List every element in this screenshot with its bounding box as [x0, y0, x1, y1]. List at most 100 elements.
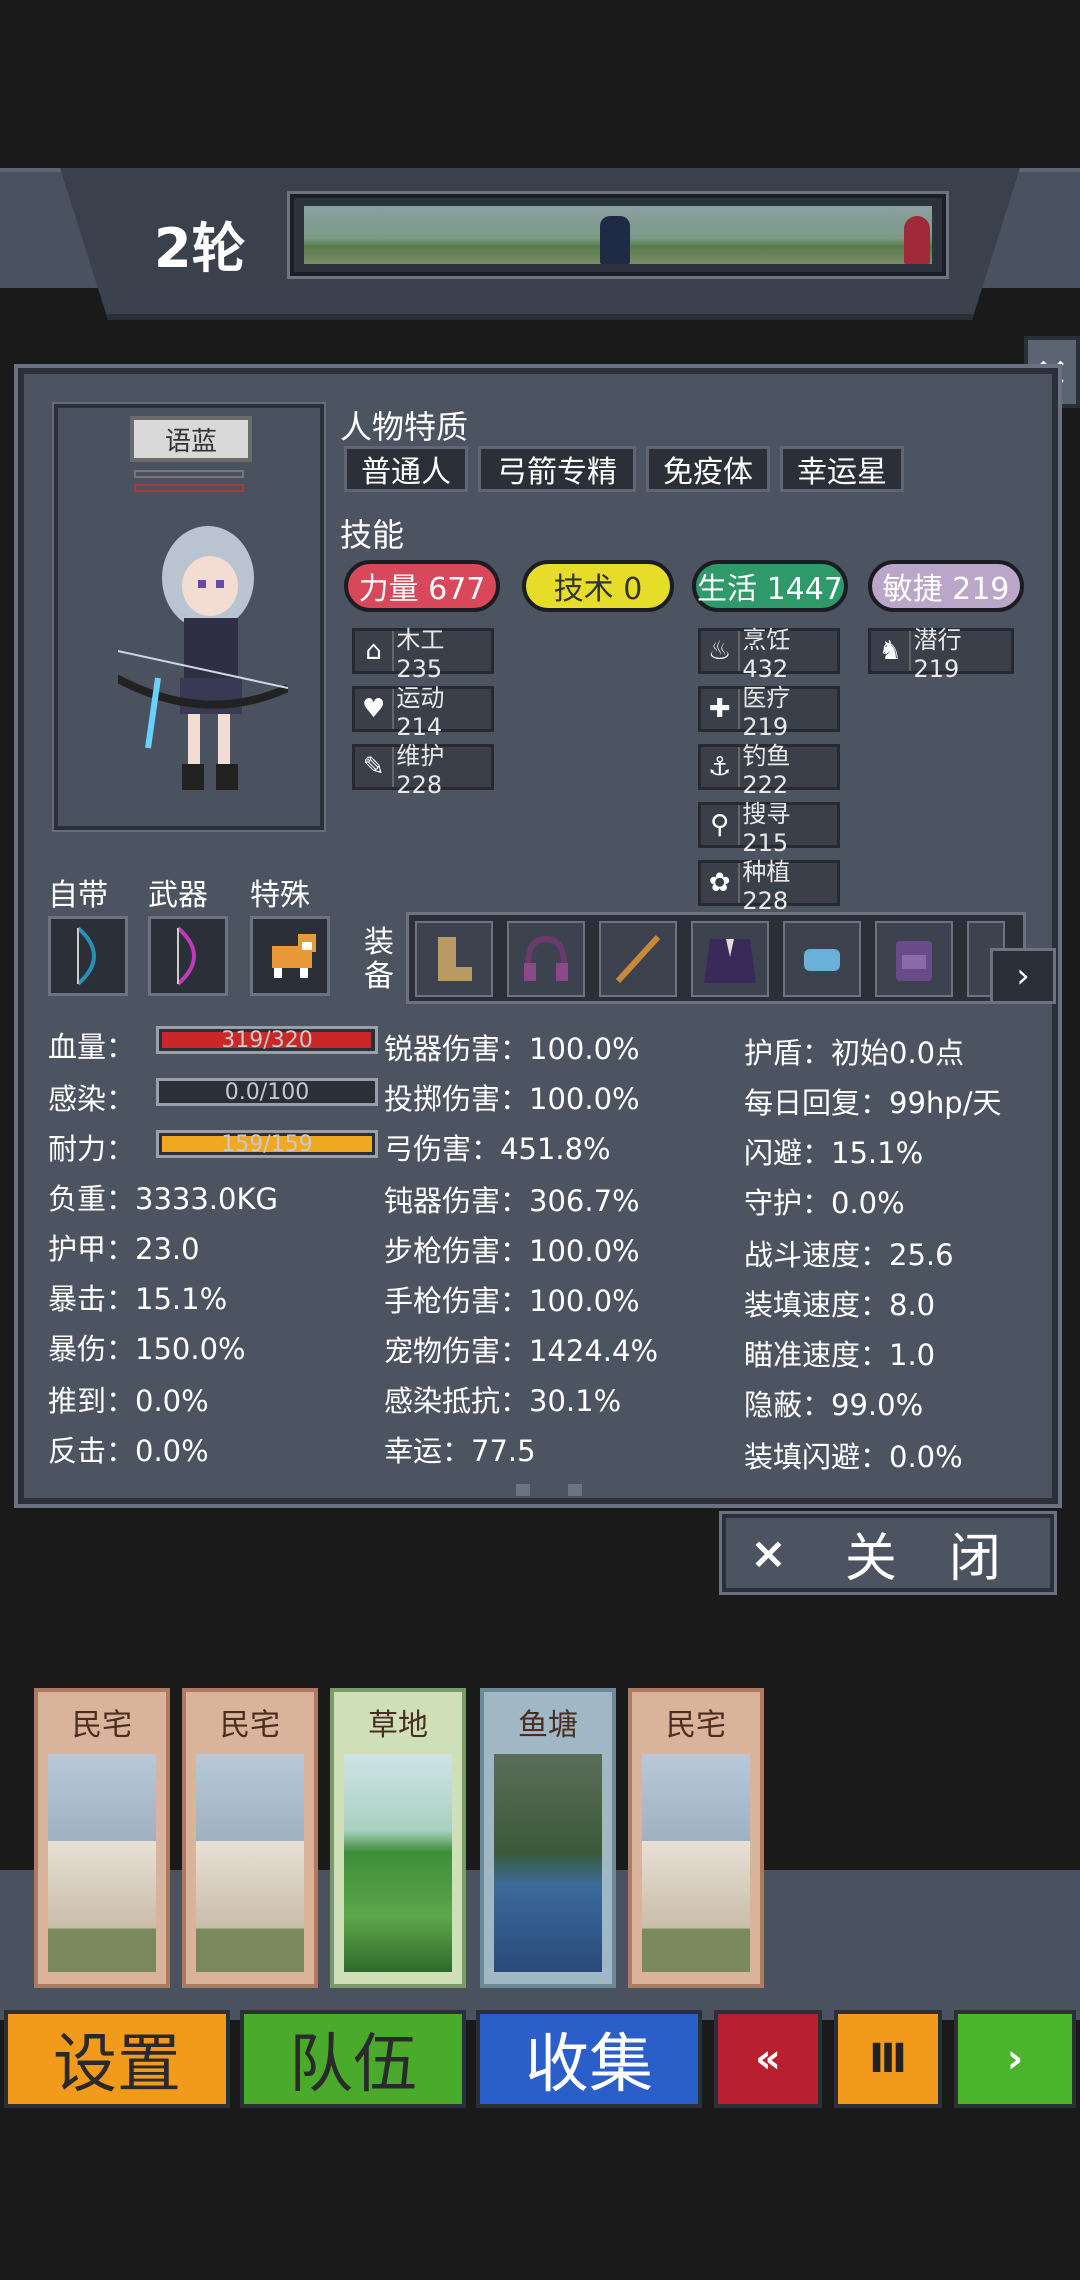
location-card-house[interactable]: 民宅 — [34, 1688, 170, 1988]
pause-icon[interactable]: Ⅲ — [834, 2010, 942, 2108]
backpack-slot[interactable] — [875, 921, 953, 997]
sub-skill-label: 运动 214 — [396, 683, 445, 741]
settings-button[interactable]: 设置 — [4, 2010, 230, 2108]
trait-badge[interactable]: 幸运星 — [780, 446, 904, 492]
mask-slot[interactable] — [783, 921, 861, 997]
destination-marker-icon — [904, 216, 930, 264]
sub-skill-maintenance[interactable]: ✎ 维护 228 — [352, 742, 494, 799]
medkit-icon: ✚ — [701, 689, 741, 729]
stat-throw-damage: 投掷伤害：100.0% — [384, 1082, 640, 1116]
trait-badge[interactable]: 普通人 — [344, 446, 468, 492]
trait-badge[interactable]: 免疫体 — [646, 446, 770, 492]
cooking-pot-icon: ♨ — [701, 631, 741, 671]
stamina-bar: 159/159 — [156, 1130, 378, 1158]
innate-bow-slot[interactable] — [48, 916, 128, 996]
hp-label: 血量： — [48, 1030, 136, 1064]
weapon-bow-slot[interactable] — [148, 916, 228, 996]
sub-skill-label: 钓鱼 222 — [742, 741, 791, 799]
round-label: 2轮 — [154, 217, 246, 280]
location-card-house[interactable]: 民宅 — [628, 1688, 764, 1988]
infection-label: 感染： — [48, 1082, 136, 1116]
close-button-label: 关 闭 — [844, 1528, 1001, 1589]
headphones-icon — [524, 935, 568, 981]
sub-skill-label: 木工 235 — [396, 625, 445, 683]
stat-aim-speed: 瞄准速度：1.0 — [744, 1338, 936, 1372]
stamina-label: 耐力： — [48, 1132, 136, 1166]
sub-skill-label: 烹饪 432 — [742, 625, 791, 683]
card-title: 民宅 — [72, 1708, 132, 1743]
trait-badge[interactable]: 弓箭专精 — [478, 446, 636, 492]
team-button[interactable]: 队伍 — [240, 2010, 466, 2108]
location-cards: 民宅 民宅 草地 鱼塘 民宅 — [0, 1688, 1080, 1988]
stat-dodge: 闪避：15.1% — [744, 1136, 924, 1170]
bow-icon — [176, 926, 196, 986]
close-button[interactable]: × 关 闭 — [719, 1511, 1057, 1595]
stat-concealment: 隐蔽：99.0% — [744, 1388, 924, 1422]
sub-skill-cooking[interactable]: ♨ 烹饪 432 — [698, 626, 840, 683]
sub-skill-exercise[interactable]: ♥ 运动 214 — [352, 684, 494, 741]
stat-reload-speed: 装填速度：8.0 — [744, 1288, 936, 1322]
bat-slot[interactable] — [599, 921, 677, 997]
page-dot — [568, 1484, 582, 1496]
location-card-grassland[interactable]: 草地 — [330, 1688, 466, 1988]
special-pet-slot[interactable] — [250, 916, 330, 996]
card-title: 民宅 — [220, 1708, 280, 1743]
sub-skill-label: 种植 228 — [742, 857, 791, 915]
boots-icon — [438, 937, 472, 981]
stat-infection-resist: 感染抵抗：30.1% — [384, 1384, 622, 1418]
house-icon: ⌂ — [355, 631, 395, 671]
play-icon[interactable]: › — [954, 2010, 1076, 2108]
stat-pet-damage: 宠物伤害：1424.4% — [384, 1334, 659, 1368]
sub-skill-medical[interactable]: ✚ 医疗 219 — [698, 684, 840, 741]
close-icon: × — [750, 1527, 787, 1579]
headphones-slot[interactable] — [507, 921, 585, 997]
card-title: 草地 — [368, 1708, 428, 1743]
fishing-icon: ⚓ — [701, 747, 741, 787]
stat-counter: 反击：0.0% — [48, 1434, 209, 1468]
equipment-label: 装备 — [364, 925, 394, 994]
weapon-slot-label: 武器 — [148, 878, 208, 913]
sub-skill-fishing[interactable]: ⚓ 钓鱼 222 — [698, 742, 840, 799]
player-marker-icon — [600, 216, 630, 264]
magnifier-icon: ⚲ — [701, 805, 741, 845]
plant-icon: ✿ — [701, 863, 741, 903]
sub-skill-planting[interactable]: ✿ 种植 228 — [698, 858, 840, 915]
round-bar: 2轮 — [0, 168, 1080, 320]
equipment-strip[interactable] — [406, 912, 1026, 1004]
stat-crit-damage: 暴伤：150.0% — [48, 1332, 246, 1366]
skill-agility-pill[interactable]: 敏捷 219 — [868, 560, 1024, 612]
character-portrait-frame: 语蓝 — [52, 402, 326, 832]
day-progress-bar — [287, 191, 949, 279]
rewind-icon[interactable]: « — [714, 2010, 822, 2108]
sub-skill-stealth[interactable]: ♞ 潜行 219 — [868, 626, 1014, 683]
fishpond-image — [494, 1754, 602, 1972]
character-name: 语蓝 — [130, 416, 252, 462]
bottom-menu: 设置 队伍 收集 « Ⅲ › — [0, 2010, 1080, 2110]
sub-skill-searching[interactable]: ⚲ 搜寻 215 — [698, 800, 840, 857]
stat-weight: 负重：3333.0KG — [48, 1182, 278, 1216]
sub-skill-carpentry[interactable]: ⌂ 木工 235 — [352, 626, 494, 683]
stat-guard: 守护：0.0% — [744, 1186, 905, 1220]
card-title: 鱼塘 — [518, 1708, 578, 1743]
suit-slot[interactable] — [691, 921, 769, 997]
skill-strength-pill[interactable]: 力量 677 — [344, 560, 500, 612]
stat-pistol-damage: 手枪伤害：100.0% — [384, 1284, 640, 1318]
location-card-fishpond[interactable]: 鱼塘 — [480, 1688, 616, 1988]
corgi-pet-icon — [272, 934, 316, 978]
stat-combat-speed: 战斗速度：25.6 — [744, 1238, 954, 1272]
stat-knockdown: 推到：0.0% — [48, 1384, 209, 1418]
wrench-icon: ✎ — [355, 747, 395, 787]
name-underline — [134, 470, 244, 478]
stat-bow-damage: 弓伤害：451.8% — [384, 1132, 611, 1166]
skill-technique-pill[interactable]: 技术 0 — [522, 560, 674, 612]
stat-rifle-damage: 步枪伤害：100.0% — [384, 1234, 640, 1268]
house-image — [48, 1754, 156, 1972]
skill-life-pill[interactable]: 生活 1447 — [692, 560, 848, 612]
boots-slot[interactable] — [415, 921, 493, 997]
next-page-arrow-icon[interactable]: › — [990, 948, 1056, 1004]
stat-luck: 幸运：77.5 — [384, 1434, 536, 1468]
location-card-house[interactable]: 民宅 — [182, 1688, 318, 1988]
collect-button[interactable]: 收集 — [476, 2010, 702, 2108]
skills-title: 技能 — [340, 516, 405, 554]
traits-title: 人物特质 — [340, 408, 469, 446]
